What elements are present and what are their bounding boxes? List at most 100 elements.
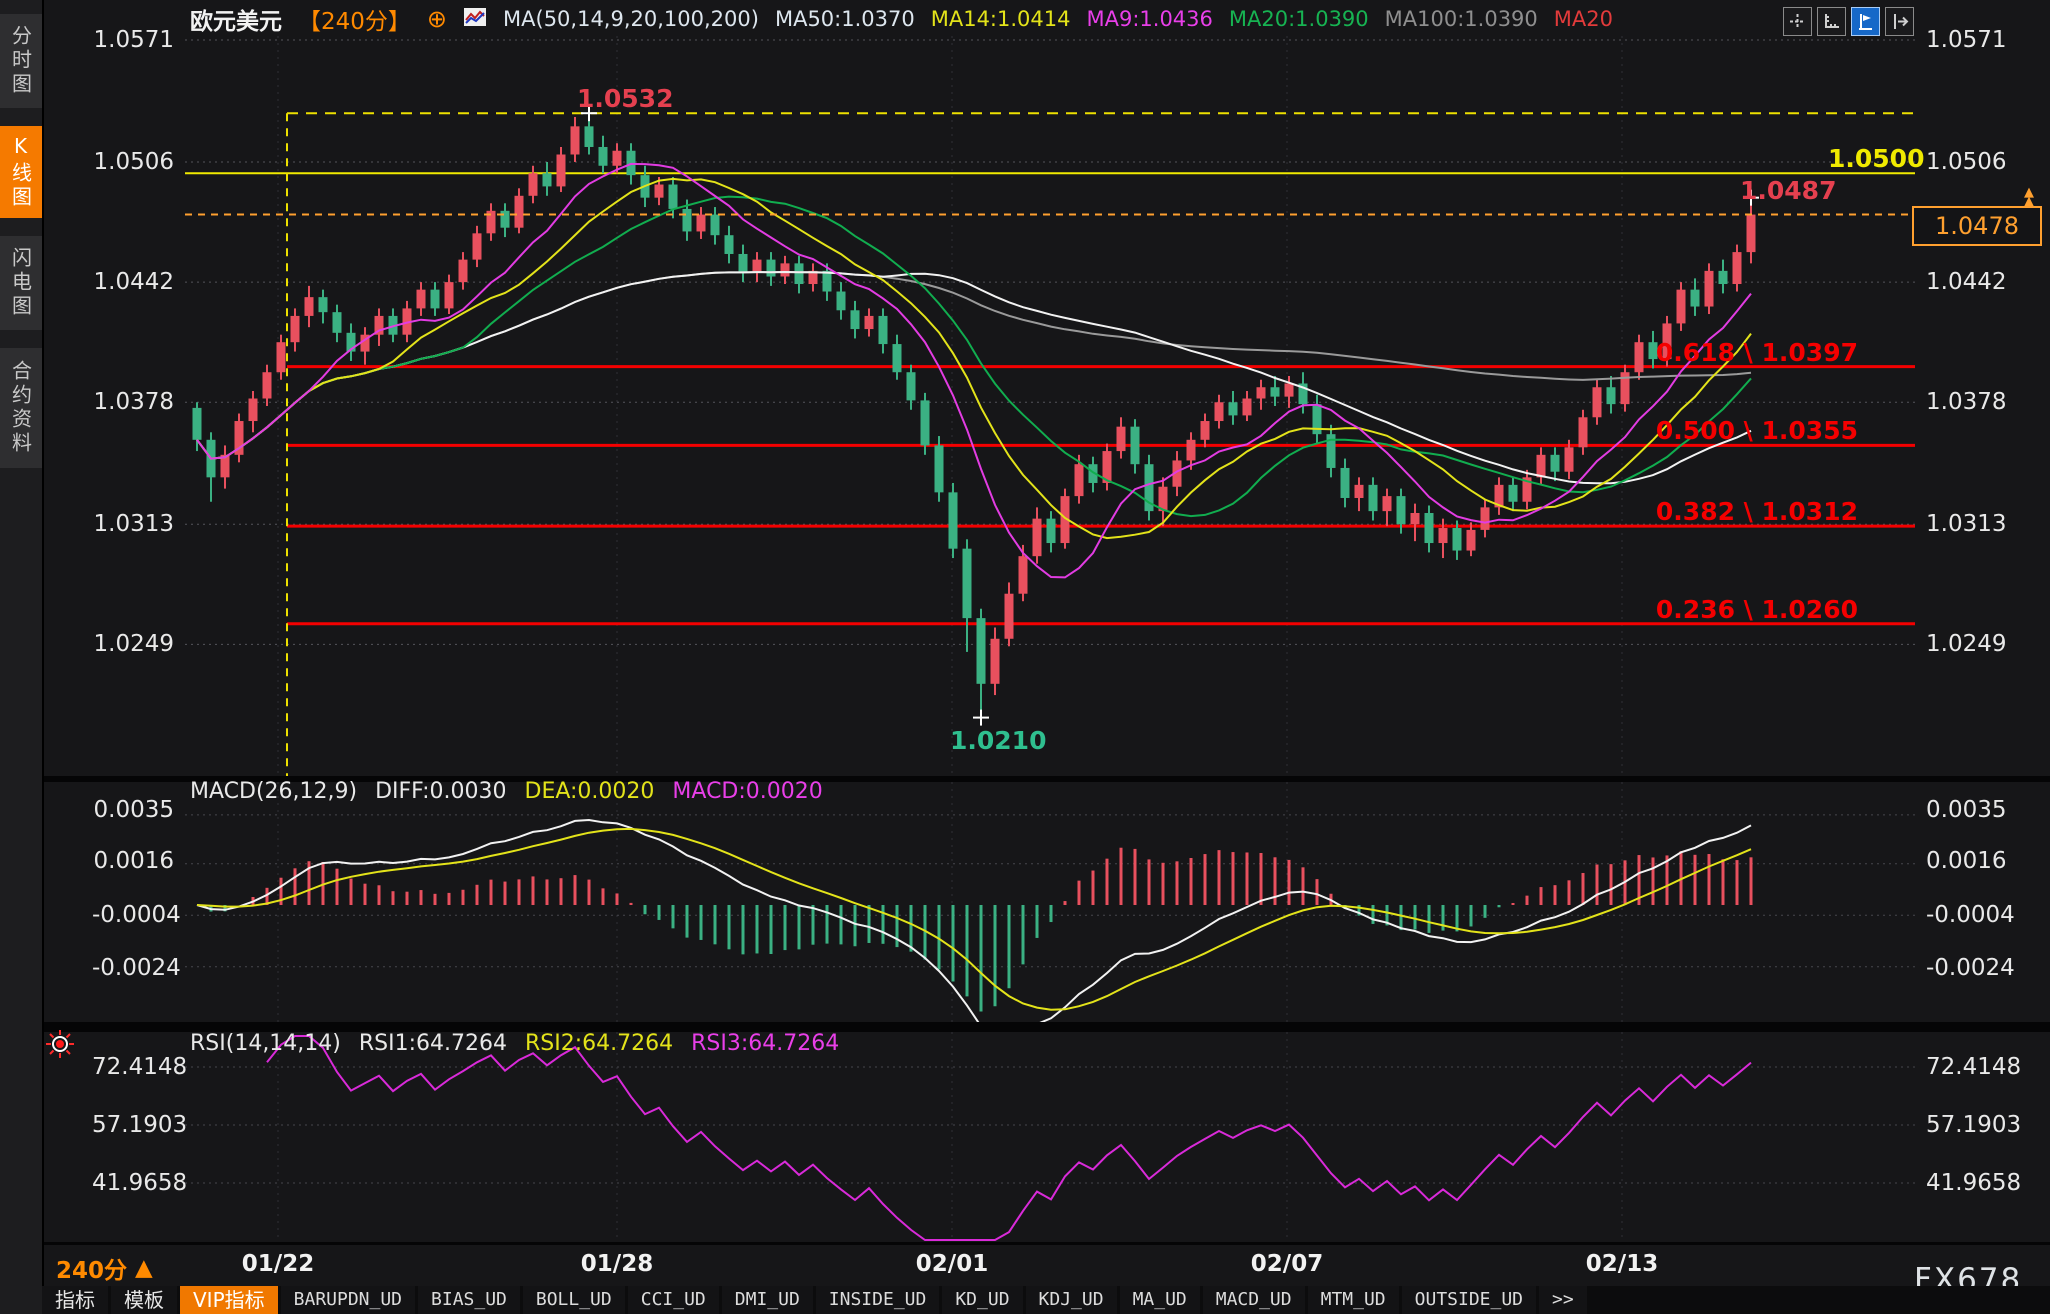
price-tick-right: 1.0378 xyxy=(1926,389,2036,415)
sidebar-item-kline-chart[interactable]: K线图 xyxy=(0,126,42,218)
ma9-value: MA9:1.0436 xyxy=(1086,7,1212,31)
candle xyxy=(459,260,468,283)
date-tick: 02/01 xyxy=(892,1251,1012,1277)
candle xyxy=(1593,387,1602,417)
tab-macd-ud[interactable]: MACD_UD xyxy=(1203,1286,1305,1314)
candle xyxy=(1201,421,1210,440)
candle xyxy=(739,254,748,273)
tab-barupdn-ud[interactable]: BARUPDN_UD xyxy=(281,1286,415,1314)
tab-cci-ud[interactable]: CCI_UD xyxy=(628,1286,719,1314)
candle xyxy=(1579,417,1588,447)
candle xyxy=(1215,402,1224,421)
rsi-tick-left: 57.1903 xyxy=(92,1112,174,1138)
tab-bias-ud[interactable]: BIAS_UD xyxy=(418,1286,520,1314)
candle xyxy=(1453,528,1462,551)
swing-high-label: 1.0532 xyxy=(577,84,673,113)
candle xyxy=(291,316,300,342)
price-tick-right: 1.0313 xyxy=(1926,511,2036,537)
macd-tick-right: 0.0035 xyxy=(1926,797,2036,823)
mini-chart-icon xyxy=(463,7,487,32)
candle xyxy=(1397,496,1406,524)
macd-tick-right: -0.0004 xyxy=(1926,902,2036,928)
price-tick-left: 1.0506 xyxy=(92,149,174,175)
add-indicator-icon[interactable]: ⊕ xyxy=(427,5,447,33)
price-tick-left: 1.0249 xyxy=(92,631,174,657)
collapse-panel-tool-icon[interactable] xyxy=(1885,7,1914,36)
period-label[interactable]: 【240分】 xyxy=(298,2,411,36)
move-tool-icon[interactable] xyxy=(1783,7,1812,36)
candle xyxy=(1187,440,1196,461)
candle xyxy=(935,445,944,492)
tab-kd-ud[interactable]: KD_UD xyxy=(942,1286,1022,1314)
macd-dea-value: DEA:0.0020 xyxy=(525,779,655,804)
tab-inside-ud[interactable]: INSIDE_UD xyxy=(816,1286,940,1314)
candle xyxy=(711,215,720,236)
price-tick-left: 1.0571 xyxy=(92,27,174,53)
candle xyxy=(1229,402,1238,415)
candle xyxy=(1047,519,1056,543)
tab-ma-ud[interactable]: MA_UD xyxy=(1120,1286,1200,1314)
macd-tick-right: 0.0016 xyxy=(1926,848,2036,874)
footer-period[interactable]: 240分▲ xyxy=(56,1251,153,1285)
candle xyxy=(1383,496,1392,511)
candle xyxy=(1705,271,1714,307)
candle xyxy=(669,185,678,209)
candle xyxy=(1257,387,1266,398)
sidebar-item-contract-info[interactable]: 合约资料 xyxy=(0,348,42,468)
macd-tick-left: 0.0016 xyxy=(92,848,174,874)
candle xyxy=(655,185,664,198)
candles-layer xyxy=(193,113,1756,717)
candle xyxy=(1033,519,1042,557)
tab-template[interactable]: 模板 xyxy=(111,1286,177,1314)
candle xyxy=(1635,342,1644,372)
candle xyxy=(907,372,916,400)
candle xyxy=(1691,290,1700,307)
ma20-line xyxy=(197,197,1751,516)
tab-boll-ud[interactable]: BOLL_UD xyxy=(523,1286,625,1314)
price-tick-right: 1.0249 xyxy=(1926,631,2036,657)
rsi-tick-right: 57.1903 xyxy=(1926,1112,2036,1138)
tab-vip-indicator[interactable]: VIP指标 xyxy=(180,1286,278,1314)
ma20-value: MA20:1.0390 xyxy=(1229,7,1369,31)
candle xyxy=(445,282,454,308)
rsi1-value: RSI1:64.7264 xyxy=(359,1031,507,1056)
tab-more[interactable]: >> xyxy=(1539,1286,1587,1314)
price-tick-right: 1.0506 xyxy=(1926,149,2036,175)
chart-header: 欧元美元 【240分】 ⊕ MA(50,14,9,20,100,200) MA5… xyxy=(190,4,1613,34)
candle xyxy=(1285,383,1294,396)
price-tick-right: 1.0442 xyxy=(1926,269,2036,295)
candle xyxy=(1439,528,1448,543)
candle xyxy=(305,297,314,316)
axis-scale-tool-icon[interactable] xyxy=(1817,7,1846,36)
tab-dmi-ud[interactable]: DMI_UD xyxy=(722,1286,813,1314)
candle xyxy=(1131,427,1140,465)
candle xyxy=(319,297,328,312)
candle xyxy=(501,211,510,228)
tab-kdj-ud[interactable]: KDJ_UD xyxy=(1026,1286,1117,1314)
tab-indicator[interactable]: 指标 xyxy=(42,1286,108,1314)
sidebar-item-time-chart[interactable]: 分时图 xyxy=(0,14,42,108)
date-tick: 02/13 xyxy=(1562,1251,1682,1277)
rsi-tick-right: 41.9658 xyxy=(1926,1170,2036,1196)
pane-separators xyxy=(42,776,2050,1245)
tab-outside-ud[interactable]: OUTSIDE_UD xyxy=(1402,1286,1536,1314)
candle xyxy=(1355,485,1364,498)
candle xyxy=(1733,252,1742,284)
candle xyxy=(767,260,776,277)
chart-flag-tool-icon[interactable] xyxy=(1851,7,1880,36)
fib-236-label: 0.236 \ 1.0260 xyxy=(1656,595,1858,624)
candle xyxy=(851,310,860,329)
candle xyxy=(417,290,426,309)
candle xyxy=(1075,464,1084,496)
fib-618-label: 0.618 \ 1.0397 xyxy=(1656,338,1858,367)
candle xyxy=(879,316,888,344)
date-tick: 01/22 xyxy=(218,1251,338,1277)
candle xyxy=(795,263,804,284)
tab-mtm-ud[interactable]: MTM_UD xyxy=(1308,1286,1399,1314)
rsi-tick-right: 72.4148 xyxy=(1926,1054,2036,1080)
candle xyxy=(473,233,482,259)
fib-500-label: 0.500 \ 1.0355 xyxy=(1656,416,1858,445)
candle xyxy=(725,235,734,254)
sidebar-item-lightning-chart[interactable]: 闪电图 xyxy=(0,236,42,330)
candle xyxy=(1117,427,1126,451)
